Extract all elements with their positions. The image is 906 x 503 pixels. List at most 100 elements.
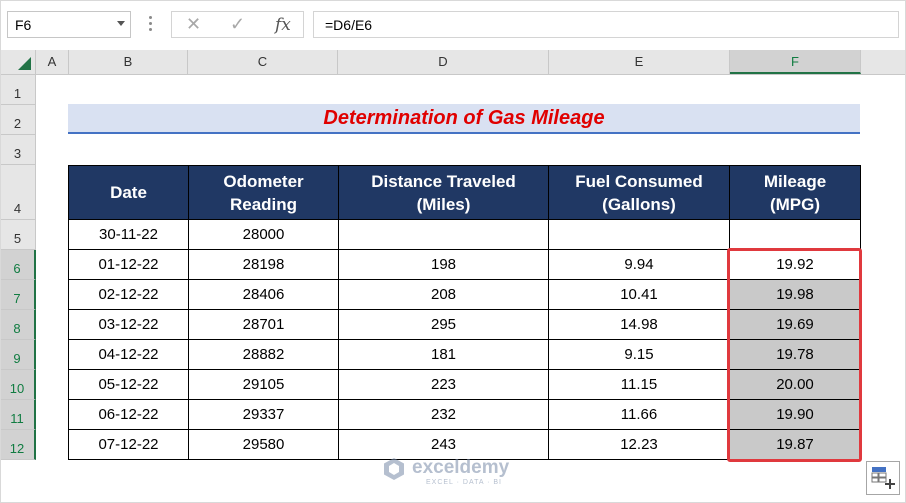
- row-header-1[interactable]: 1: [0, 75, 36, 105]
- cell-mileage[interactable]: 19.87: [730, 430, 861, 460]
- row-header-11[interactable]: 11: [0, 400, 36, 430]
- row-header-10[interactable]: 10: [0, 370, 36, 400]
- cell-date[interactable]: 04-12-22: [68, 340, 189, 370]
- name-box[interactable]: F6: [7, 11, 131, 38]
- column-header-a[interactable]: A: [36, 50, 69, 74]
- cell-fuel[interactable]: 14.98: [549, 310, 730, 340]
- title-cell[interactable]: Determination of Gas Mileage: [68, 104, 860, 134]
- cell-odometer[interactable]: 28701: [189, 310, 339, 340]
- select-all-button[interactable]: [0, 50, 36, 74]
- row-header-4[interactable]: 4: [0, 165, 36, 220]
- cell-mileage[interactable]: [730, 220, 861, 250]
- header-mileage-line2: (MPG): [769, 194, 821, 214]
- cell-fuel[interactable]: [549, 220, 730, 250]
- cell-date[interactable]: 07-12-22: [68, 430, 189, 460]
- cancel-icon[interactable]: ✕: [186, 14, 201, 35]
- row-header-7[interactable]: 7: [0, 280, 36, 310]
- row-header-8[interactable]: 8: [0, 310, 36, 340]
- cell-fuel[interactable]: 9.94: [549, 250, 730, 280]
- cell-fuel[interactable]: 11.15: [549, 370, 730, 400]
- cell-odometer-value: 29337: [242, 406, 285, 423]
- formula-input[interactable]: =D6/E6: [313, 11, 899, 38]
- cell-mileage-value: 19.87: [776, 436, 814, 453]
- cell-odometer[interactable]: 29105: [189, 370, 339, 400]
- column-header-d[interactable]: D: [338, 50, 549, 74]
- cell-date[interactable]: 05-12-22: [68, 370, 189, 400]
- cell-fuel-value: 9.94: [624, 256, 654, 273]
- formula-text: =D6/E6: [325, 17, 373, 33]
- cell-mileage-value: 19.98: [776, 286, 814, 303]
- cell-odometer[interactable]: 28406: [189, 280, 339, 310]
- drag-handle-icon[interactable]: [149, 16, 152, 34]
- cell-fuel-value: 12.23: [620, 436, 658, 453]
- quick-analysis-icon: [871, 467, 895, 489]
- cell-mileage[interactable]: 19.98: [730, 280, 861, 310]
- header-fuel-line1: Fuel Consumed: [575, 171, 703, 191]
- chevron-down-icon[interactable]: [117, 21, 125, 26]
- row-header-9[interactable]: 9: [0, 340, 36, 370]
- column-header-c[interactable]: C: [188, 50, 338, 74]
- cell-mileage-value: 19.90: [776, 406, 814, 423]
- header-odometer[interactable]: Odometer Reading: [189, 165, 339, 220]
- row-header-3[interactable]: 3: [0, 135, 36, 165]
- header-fuel[interactable]: Fuel Consumed (Gallons): [549, 165, 730, 220]
- cell-distance-value: 223: [430, 376, 457, 393]
- cell-fuel[interactable]: 11.66: [549, 400, 730, 430]
- header-distance-line1: Distance Traveled: [371, 171, 516, 191]
- formula-bar-area: F6 ✕ ✓ fx =D6/E6: [0, 0, 906, 50]
- cell-odometer-value: 28701: [242, 316, 285, 333]
- cell-date[interactable]: 01-12-22: [68, 250, 189, 280]
- cell-date[interactable]: 06-12-22: [68, 400, 189, 430]
- cell-date-value: 06-12-22: [98, 406, 159, 423]
- row-header-5[interactable]: 5: [0, 220, 36, 250]
- cell-mileage[interactable]: 19.90: [730, 400, 861, 430]
- cell-odometer[interactable]: 28882: [189, 340, 339, 370]
- cell-odometer[interactable]: 28000: [189, 220, 339, 250]
- cell-odometer[interactable]: 29580: [189, 430, 339, 460]
- cell-date-value: 01-12-22: [98, 256, 159, 273]
- cell-fuel-value: 14.98: [620, 316, 658, 333]
- header-distance-line2: (Miles): [416, 194, 471, 214]
- cell-odometer-value: 28198: [242, 256, 285, 273]
- cell-odometer[interactable]: 29337: [189, 400, 339, 430]
- cell-distance[interactable]: 223: [339, 370, 549, 400]
- quick-analysis-button[interactable]: [866, 461, 900, 495]
- enter-icon[interactable]: ✓: [230, 14, 245, 35]
- cell-distance[interactable]: 198: [339, 250, 549, 280]
- cell-odometer[interactable]: 28198: [189, 250, 339, 280]
- cell-date-value: 03-12-22: [98, 316, 159, 333]
- cell-date[interactable]: 30-11-22: [68, 220, 189, 250]
- cell-mileage[interactable]: 19.78: [730, 340, 861, 370]
- column-header-f[interactable]: F: [730, 50, 861, 74]
- cell-date-value: 05-12-22: [98, 376, 159, 393]
- cell-mileage[interactable]: 19.69: [730, 310, 861, 340]
- row-header-12[interactable]: 12: [0, 430, 36, 460]
- cell-distance[interactable]: 295: [339, 310, 549, 340]
- header-odometer-line1: Odometer: [223, 171, 304, 191]
- header-date[interactable]: Date: [68, 165, 189, 220]
- cell-distance[interactable]: 208: [339, 280, 549, 310]
- row-header-6[interactable]: 6: [0, 250, 36, 280]
- column-header-b[interactable]: B: [69, 50, 188, 74]
- cell-odometer-value: 29105: [242, 376, 285, 393]
- cell-date[interactable]: 03-12-22: [68, 310, 189, 340]
- cell-distance-value: 198: [430, 256, 457, 273]
- cell-fuel[interactable]: 9.15: [549, 340, 730, 370]
- name-box-value: F6: [15, 17, 32, 33]
- row-header-2[interactable]: 2: [0, 105, 36, 135]
- header-mileage[interactable]: Mileage (MPG): [730, 165, 861, 220]
- cell-distance[interactable]: [339, 220, 549, 250]
- header-odometer-line2: Reading: [229, 194, 298, 214]
- column-header-e[interactable]: E: [549, 50, 730, 74]
- header-distance[interactable]: Distance Traveled (Miles): [339, 165, 549, 220]
- cell-date[interactable]: 02-12-22: [68, 280, 189, 310]
- cell-distance[interactable]: 181: [339, 340, 549, 370]
- insert-function-icon[interactable]: fx: [275, 15, 291, 35]
- cell-fuel[interactable]: 12.23: [549, 430, 730, 460]
- cell-fuel[interactable]: 10.41: [549, 280, 730, 310]
- cell-distance[interactable]: 232: [339, 400, 549, 430]
- cell-mileage[interactable]: 20.00: [730, 370, 861, 400]
- cell-mileage-value: 20.00: [776, 376, 814, 393]
- cell-mileage[interactable]: 19.92: [730, 250, 861, 280]
- cell-fuel-value: 11.15: [620, 376, 658, 393]
